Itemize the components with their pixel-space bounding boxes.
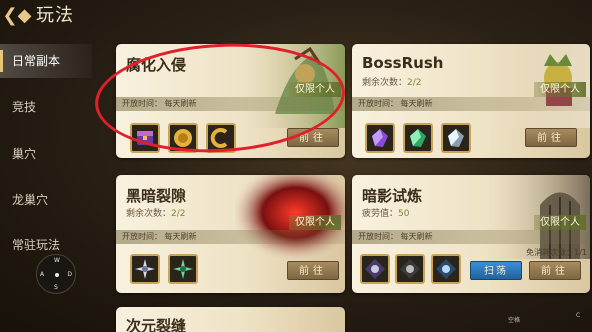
open-time-label: 开放时间： (122, 232, 162, 241)
wasd-compass-icon: W A D S (36, 254, 76, 294)
open-time-value: 每天刷新 (164, 232, 197, 241)
purple-rune-icon (365, 259, 385, 279)
green-rune-icon (173, 259, 193, 279)
card-dark-rift[interactable]: 黑暗裂隙 剩余次数：2/2 开放时间： 每天刷新 仅限个人 前往 (116, 175, 345, 293)
open-time-value: 每天刷新 (400, 232, 433, 241)
compass-a: A (40, 271, 45, 278)
back-button[interactable]: ❮◆ (2, 4, 32, 28)
reward-slot[interactable] (395, 254, 425, 284)
open-time-label: 开放时间： (358, 99, 398, 108)
card-shadow-trial[interactable]: 暗影试炼 疲劳值：50 开放时间： 每天刷新 仅限个人 免消耗次数：1/1 扫荡… (352, 175, 590, 293)
open-time-bar: 开放时间： 每天刷新 (116, 230, 345, 244)
card-title: 黑暗裂隙 (126, 187, 187, 205)
remaining-count: 剩余次数：2/2 (362, 75, 422, 88)
back-arrow-icon: ❮◆ (2, 5, 32, 26)
dark-rune-icon (400, 259, 420, 279)
compass-d: D (67, 271, 72, 278)
reward-slot[interactable] (168, 254, 198, 284)
remaining-label: 剩余次数： (126, 209, 172, 219)
go-button[interactable]: 前往 (529, 261, 581, 280)
c-key-hint: C (576, 312, 581, 319)
top-bar: ❮◆ 玩法 (0, 0, 592, 34)
purple-crystal-icon (372, 129, 388, 147)
sidebar-item-arena[interactable]: 竞技 (0, 90, 92, 124)
star-rune-icon (135, 259, 155, 279)
card-title: 次元裂缝 (126, 317, 187, 332)
personal-only-badge: 仅限个人 (534, 215, 586, 230)
sweep-button[interactable]: 扫荡 (470, 261, 522, 280)
personal-only-badge: 仅限个人 (534, 82, 586, 97)
open-time-value: 每天刷新 (400, 99, 433, 108)
remaining-value: 2/2 (407, 78, 422, 88)
open-time-bar: 开放时间： 每天刷新 (352, 97, 590, 111)
sidebar-item-nest[interactable]: 巢穴 (0, 137, 92, 171)
go-button[interactable]: 前往 (525, 128, 577, 147)
free-tries-value: 1/1 (574, 248, 587, 257)
compass-w: W (54, 257, 60, 264)
free-tries-label: 免消耗次数： (526, 248, 575, 257)
card-title: BossRush (362, 54, 444, 72)
go-button[interactable]: 前往 (287, 261, 339, 280)
page-title: 玩法 (36, 5, 74, 26)
fatigue-value: 疲劳值：50 (362, 206, 409, 219)
blue-rune-icon (436, 259, 456, 279)
card-title: 暗影试炼 (362, 187, 423, 205)
open-time-label: 开放时间： (358, 232, 398, 241)
reward-slot[interactable] (441, 123, 471, 153)
reward-slot[interactable] (360, 254, 390, 284)
reward-slot[interactable] (431, 254, 461, 284)
card-dimension-rift[interactable]: 次元裂缝 (116, 307, 345, 332)
reward-slot[interactable] (130, 254, 160, 284)
remaining-count: 剩余次数：2/2 (126, 206, 186, 219)
space-key-hint: 空格 (508, 317, 521, 324)
fatigue-number: 50 (398, 209, 410, 219)
compass-s: S (54, 284, 58, 291)
card-bossrush[interactable]: BossRush 剩余次数：2/2 开放时间： 每天刷新 仅限个人 前往 (352, 44, 590, 158)
open-time-bar: 开放时间： 每天刷新 (352, 230, 590, 244)
reward-slot[interactable] (403, 123, 433, 153)
fatigue-label: 疲劳值： (362, 209, 399, 219)
remaining-label: 剩余次数： (362, 78, 408, 88)
personal-only-badge: 仅限个人 (289, 215, 341, 230)
free-tries: 免消耗次数：1/1 (526, 247, 587, 258)
sidebar-item-dragon-nest[interactable]: 龙巢穴 (0, 183, 92, 217)
compass-center (55, 273, 59, 277)
white-crystal-icon (448, 129, 464, 147)
reward-slot[interactable] (365, 123, 395, 153)
sidebar-item-daily-dungeon[interactable]: 日常副本 (0, 44, 92, 78)
remaining-value: 2/2 (171, 209, 186, 219)
green-crystal-icon (410, 129, 426, 147)
